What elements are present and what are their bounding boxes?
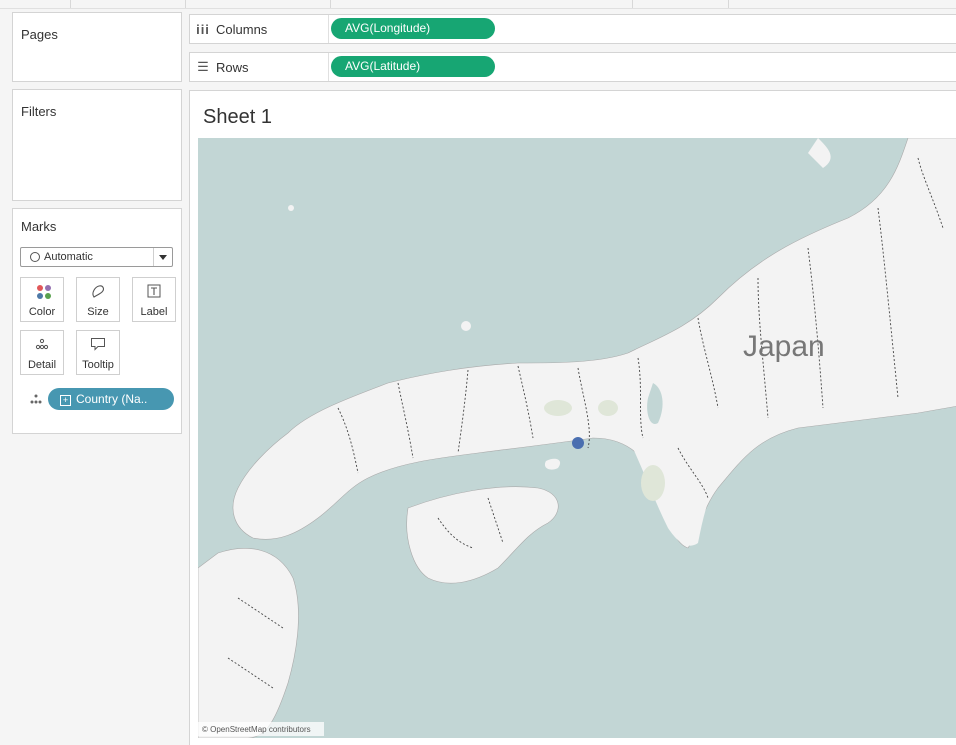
map-attribution: © OpenStreetMap contributors bbox=[202, 725, 311, 734]
marks-card: Marks Automatic Color Size Label Detail bbox=[12, 208, 182, 434]
expand-plus-icon[interactable]: + bbox=[60, 395, 71, 406]
top-toolbar-strip bbox=[0, 0, 956, 9]
tooltip-button[interactable]: Tooltip bbox=[76, 330, 120, 375]
color-button[interactable]: Color bbox=[20, 277, 64, 322]
japan-map-label: Japan bbox=[743, 330, 825, 363]
columns-shelf-label: iii Columns bbox=[190, 15, 329, 43]
columns-label: Columns bbox=[216, 21, 268, 37]
map-view[interactable]: Japan © OpenStreetMap contributors bbox=[198, 138, 956, 738]
filters-card[interactable]: Filters bbox=[12, 89, 182, 201]
mark-type-dropdown[interactable]: Automatic bbox=[20, 247, 173, 267]
detail-button[interactable]: Detail bbox=[20, 330, 64, 375]
country-field-pill[interactable]: + Country (Na.. bbox=[48, 388, 174, 410]
pages-title: Pages bbox=[21, 27, 58, 42]
country-field-label: Country (Na.. bbox=[76, 392, 148, 406]
sheet-view: Sheet 1 Japan © OpenStreetMap contributo… bbox=[189, 90, 956, 745]
label-button[interactable]: Label bbox=[132, 277, 176, 322]
circle-mark-icon bbox=[30, 252, 40, 262]
size-label: Size bbox=[87, 306, 109, 318]
detail-encoding-icon bbox=[29, 393, 43, 408]
rows-icon: ☰ bbox=[197, 59, 209, 74]
chevron-down-icon[interactable] bbox=[153, 248, 172, 266]
latitude-pill[interactable]: AVG(Latitude) bbox=[331, 56, 495, 77]
tooltip-label: Tooltip bbox=[82, 359, 114, 371]
text-label-icon bbox=[133, 284, 175, 300]
pages-card[interactable]: Pages bbox=[12, 12, 182, 82]
data-point-mark[interactable] bbox=[572, 437, 584, 449]
filters-title: Filters bbox=[21, 104, 57, 119]
mark-type-value: Automatic bbox=[44, 251, 93, 263]
marks-title: Marks bbox=[21, 219, 57, 234]
size-button[interactable]: Size bbox=[76, 277, 120, 322]
rows-shelf-label: ☰ Rows bbox=[190, 53, 329, 81]
label-label: Label bbox=[140, 306, 168, 318]
longitude-pill[interactable]: AVG(Longitude) bbox=[331, 18, 495, 39]
tooltip-icon bbox=[77, 337, 119, 353]
size-icon bbox=[77, 284, 119, 300]
detail-icon bbox=[21, 337, 63, 353]
detail-label: Detail bbox=[27, 359, 57, 371]
rows-label: Rows bbox=[216, 59, 249, 75]
color-icon bbox=[37, 285, 51, 299]
columns-icon: iii bbox=[196, 21, 210, 37]
columns-shelf[interactable]: iii Columns AVG(Longitude) bbox=[189, 14, 956, 44]
sheet-title: Sheet 1 bbox=[203, 106, 272, 128]
rows-shelf[interactable]: ☰ Rows AVG(Latitude) bbox=[189, 52, 956, 82]
color-label: Color bbox=[28, 306, 56, 318]
